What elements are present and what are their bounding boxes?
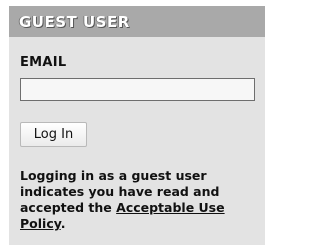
login-button[interactable]: Log In	[20, 122, 87, 147]
policy-notice: Logging in as a guest user indicates you…	[20, 168, 262, 232]
policy-notice-period: .	[60, 216, 66, 231]
email-field[interactable]	[20, 78, 255, 101]
panel-title: GUEST USER	[19, 12, 130, 31]
email-label: EMAIL	[20, 55, 67, 70]
panel-header: GUEST USER	[9, 6, 265, 37]
guest-user-panel: GUEST USER EMAIL Log In Logging in as a …	[9, 6, 265, 245]
